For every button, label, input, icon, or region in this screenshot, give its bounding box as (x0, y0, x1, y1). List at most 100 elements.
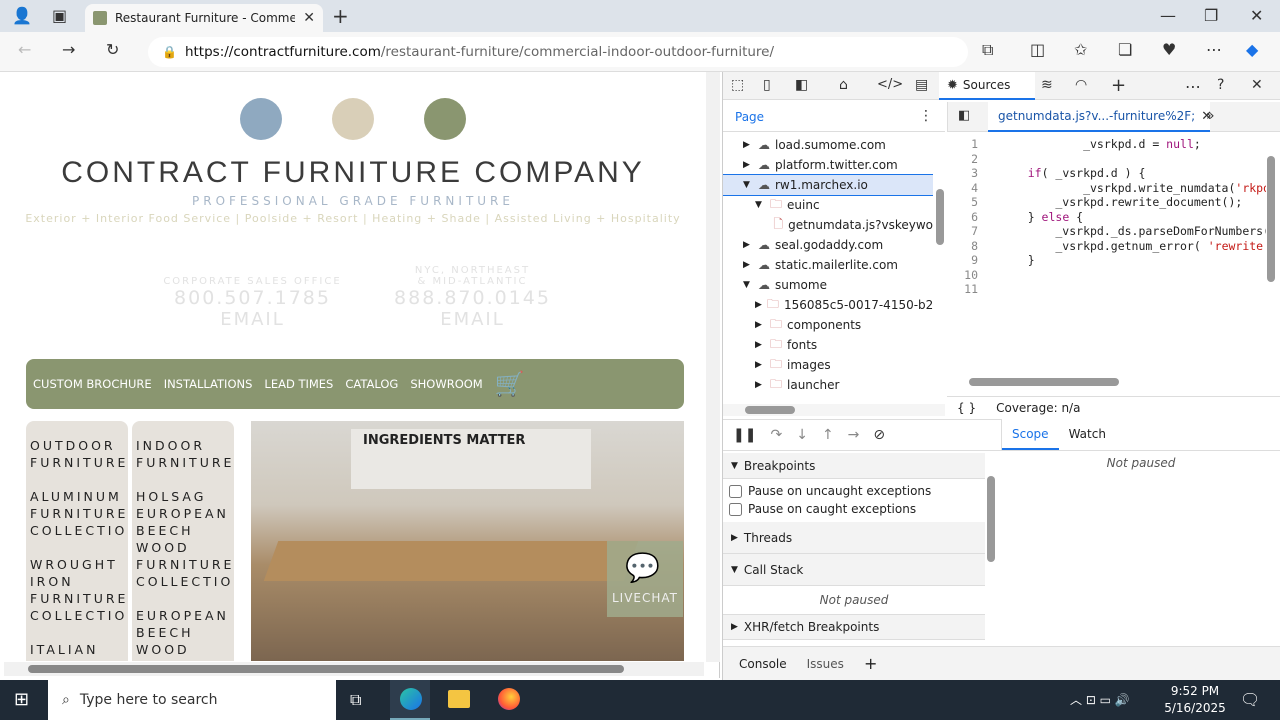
tree-item[interactable]: ▶ 🗀 images (723, 355, 933, 375)
more-menu-icon[interactable]: ⋯ (1206, 40, 1222, 59)
line-number[interactable]: 9 (948, 253, 978, 268)
split-screen-icon[interactable]: ◫ (1030, 40, 1045, 59)
more-tabs-icon[interactable]: » (1206, 108, 1215, 124)
tree-item[interactable]: ▶ ☁ load.sumome.com (723, 135, 933, 155)
help-icon[interactable]: ? (1217, 77, 1224, 93)
tab-scope[interactable]: Scope (1002, 419, 1059, 450)
new-tab-icon[interactable]: + (332, 4, 349, 28)
tree-item[interactable]: 🗋 getnumdata.js?vskeywo (723, 215, 933, 235)
contact-email-link[interactable]: EMAIL (380, 309, 565, 330)
taskbar-search-box[interactable]: ⌕ Type here to search (48, 680, 336, 720)
line-number[interactable]: 2 (948, 152, 978, 167)
nav-catalog[interactable]: CATALOG (345, 377, 398, 391)
tab-sources[interactable]: ✹ Sources (939, 72, 1035, 100)
clock[interactable]: 9:52 PM 5/16/2025 (1160, 683, 1230, 717)
pause-caught-row[interactable]: Pause on caught exceptions (723, 500, 985, 518)
line-number[interactable]: 5 (948, 195, 978, 210)
editor-vscrollbar[interactable] (1267, 142, 1277, 372)
expanded-arrow-icon[interactable]: ▼ (743, 280, 753, 290)
minimize-icon[interactable]: — (1160, 6, 1176, 25)
tree-item[interactable]: ▼ ☁ rw1.marchex.io (723, 174, 933, 196)
network-icon[interactable]: ≋ (1041, 77, 1053, 93)
close-window-icon[interactable]: ✕ (1250, 6, 1263, 25)
welcome-home-icon[interactable]: ⌂ (839, 77, 848, 93)
toggle-navigator-icon[interactable]: ◧ (958, 108, 970, 123)
breakpoints-section[interactable]: ▼ Breakpoints (723, 453, 985, 479)
line-number[interactable]: 8 (948, 239, 978, 254)
line-number[interactable]: 11 (948, 282, 978, 297)
close-tab-icon[interactable]: ✕ (303, 10, 315, 26)
dock-icon[interactable]: ◧ (795, 77, 808, 93)
navigator-menu-icon[interactable]: ⋮ (919, 108, 933, 124)
tab-actions-icon[interactable]: ▣ (52, 6, 67, 25)
nav-lead-times[interactable]: LEAD TIMES (264, 377, 333, 391)
code-editor[interactable]: 1 _vsrkpd.d = null; 2 3 if( _vsrkpd.d ) {4… (948, 137, 1266, 377)
livechat-button[interactable]: 💬 LIVECHAT (607, 541, 683, 617)
collapsed-arrow-icon[interactable]: ▶ (755, 360, 765, 370)
step-out-icon[interactable]: ↑ (822, 427, 834, 443)
tree-item[interactable]: ▶ ☁ platform.twitter.com (723, 155, 933, 175)
inspect-icon[interactable]: ⬚ (731, 77, 744, 93)
tab-console[interactable]: Console (739, 657, 787, 671)
forward-icon[interactable]: → (62, 40, 75, 59)
device-toolbar-icon[interactable]: ▯ (763, 77, 771, 93)
line-number[interactable]: 6 (948, 210, 978, 225)
collapsed-arrow-icon[interactable]: ▶ (755, 340, 765, 350)
expanded-arrow-icon[interactable]: ▼ (743, 180, 753, 190)
collapsed-arrow-icon[interactable]: ▶ (755, 320, 765, 330)
xhr-breakpoints-section[interactable]: ▶ XHR/fetch Breakpoints (723, 614, 985, 640)
collections-icon[interactable]: ❏ (1118, 40, 1132, 59)
performance-icon[interactable]: ◠ (1075, 77, 1087, 93)
pause-uncaught-checkbox[interactable] (729, 484, 742, 498)
pause-caught-checkbox[interactable] (729, 502, 742, 516)
console-error-icon[interactable]: ▤ (915, 77, 928, 93)
tree-item[interactable]: ▶ 🗀 fonts (723, 335, 933, 355)
firefox-icon[interactable] (498, 688, 520, 710)
close-devtools-icon[interactable]: ✕ (1251, 77, 1263, 93)
tree-hscrollbar[interactable] (723, 404, 945, 416)
tree-item[interactable]: ▶ 🗀 launcher (723, 375, 933, 395)
contact-phone[interactable]: 888.870.0145 (380, 287, 565, 309)
pause-icon[interactable]: ❚❚ (733, 427, 756, 443)
nav-custom-brochure[interactable]: CUSTOM BROCHURE (33, 377, 152, 391)
debugger-scrollbar[interactable] (987, 456, 997, 636)
collapsed-arrow-icon[interactable]: ▶ (743, 240, 753, 250)
maximize-icon[interactable]: ❐ (1204, 6, 1218, 25)
collapsed-arrow-icon[interactable]: ▶ (755, 380, 765, 390)
taskbar-edge[interactable] (390, 680, 430, 720)
line-number[interactable]: 3 (948, 166, 978, 181)
system-tray-icons[interactable]: ︿ ⊡ ▭ 🔊 (1070, 691, 1130, 708)
expanded-arrow-icon[interactable]: ▼ (755, 200, 765, 210)
address-bar[interactable]: 🔒 https://contractfurniture.com/restaura… (148, 37, 968, 67)
line-number[interactable]: 4 (948, 181, 978, 196)
tab-page[interactable]: Page (735, 110, 764, 124)
cart-icon[interactable]: 🛒 (495, 370, 525, 398)
devtools-menu-icon[interactable]: ⋯ (1185, 77, 1201, 96)
task-view-icon[interactable]: ⧉ (350, 690, 361, 710)
pretty-print-icon[interactable]: { } (957, 401, 976, 415)
elements-icon[interactable]: </> (877, 77, 903, 92)
more-tools-icon[interactable]: + (1111, 75, 1126, 96)
tree-item[interactable]: ▶ ☁ static.mailerlite.com (723, 255, 933, 275)
copilot-icon[interactable]: ◆ (1246, 40, 1258, 59)
nav-installations[interactable]: INSTALLATIONS (164, 377, 253, 391)
file-explorer-icon[interactable] (448, 690, 470, 708)
collapsed-arrow-icon[interactable]: ▶ (755, 300, 762, 310)
tab-watch[interactable]: Watch (1059, 419, 1116, 450)
add-drawer-tab-icon[interactable]: + (864, 654, 877, 673)
tree-item[interactable]: ▶ 🗀 156085c5-0017-4150-b225- (723, 295, 933, 315)
back-icon[interactable]: ← (18, 40, 31, 59)
pause-uncaught-row[interactable]: Pause on uncaught exceptions (723, 482, 985, 500)
call-stack-section[interactable]: ▼ Call Stack (723, 554, 985, 586)
vertical-scrollbar[interactable] (706, 72, 720, 662)
tree-item[interactable]: ▶ 🗀 components (723, 315, 933, 335)
performance-icon[interactable]: ♥ (1162, 40, 1176, 59)
line-number[interactable]: 1 (948, 137, 978, 152)
editor-hscrollbar[interactable] (969, 378, 1249, 388)
contact-email-link[interactable]: EMAIL (150, 309, 355, 330)
collapsed-arrow-icon[interactable]: ▶ (743, 140, 753, 150)
refresh-icon[interactable]: ↻ (106, 40, 119, 59)
threads-section[interactable]: ▶ Threads (723, 522, 985, 554)
profile-icon[interactable]: 👤 (12, 6, 32, 25)
scrollbar-thumb[interactable] (28, 665, 624, 673)
